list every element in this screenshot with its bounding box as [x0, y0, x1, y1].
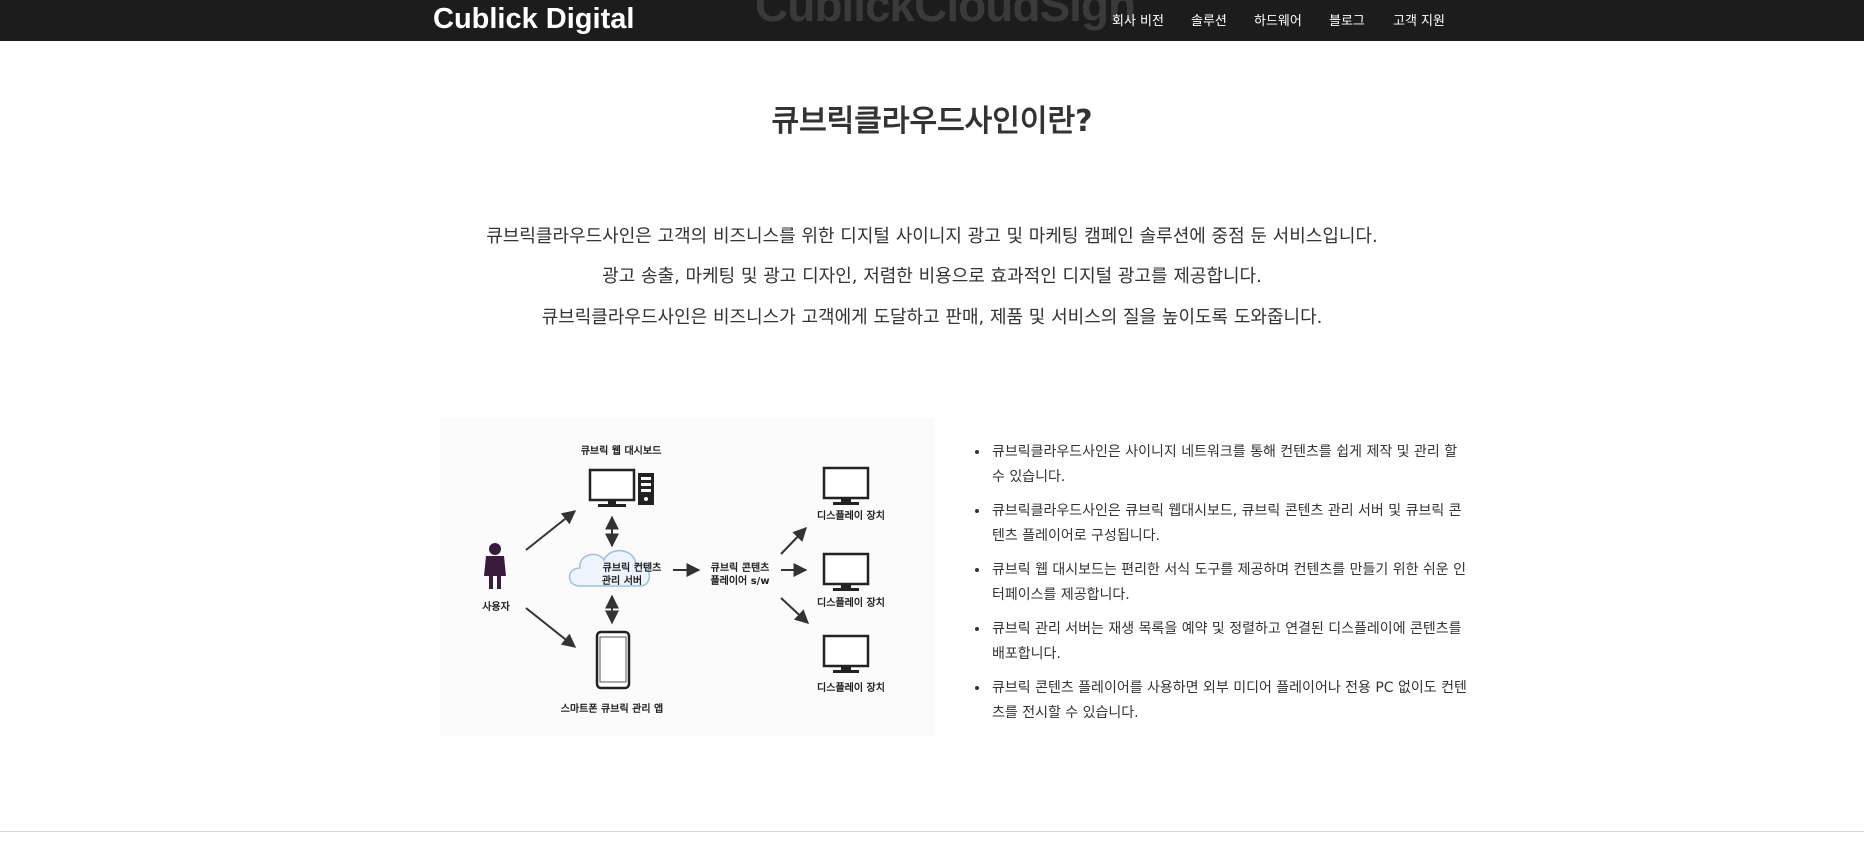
feature-list: 큐브릭클라우드사인은 사이니지 네트워크를 통해 컨텐츠를 쉽게 제작 및 관리…	[972, 440, 1472, 735]
user-person-icon	[484, 543, 506, 589]
diagram-label-user: 사용자	[482, 600, 510, 613]
header-ghost-text: CublickCloudSign	[755, 0, 1136, 31]
list-item: 큐브릭클라우드사인은 큐브릭 웹대시보드, 큐브릭 콘텐츠 관리 서버 및 큐브…	[990, 499, 1472, 549]
page-title: 큐브릭클라우드사인이란?	[771, 104, 1093, 139]
diagram-label-display-1: 디스플레이 장치	[817, 509, 885, 522]
top-navbar: CublickCloudSign Cublick Digital 회사 비전 솔…	[0, 0, 1864, 41]
diagram-label-display-3: 디스플레이 장치	[817, 681, 885, 694]
nav-item-customer-support[interactable]: 고객 지원	[1393, 10, 1445, 29]
display-monitor-icon	[822, 466, 870, 505]
intro-line-3: 큐브릭클라우드사인은 비즈니스가 고객에게 도달하고 판매, 제품 및 서비스의…	[541, 307, 1323, 328]
diagram-label-player-line1: 큐브릭 콘텐츠	[711, 561, 770, 574]
nav-item-solutions[interactable]: 솔루션	[1191, 10, 1227, 29]
brand-logo-link[interactable]: Cublick Digital	[433, 3, 634, 36]
list-item: 큐브릭 관리 서버는 재생 목록을 예약 및 정렬하고 연결된 디스플레이에 콘…	[990, 617, 1472, 667]
display-monitor-icon	[822, 552, 870, 591]
desktop-computer-icon	[588, 468, 654, 507]
diagram-label-server-line1: 큐브릭 컨텐츠	[603, 561, 662, 574]
nav-item-company-vision[interactable]: 회사 비전	[1112, 10, 1164, 29]
list-item: 큐브릭 웹 대시보드는 편리한 서식 도구를 제공하며 컨텐츠를 만들기 위한 …	[990, 558, 1472, 608]
display-monitor-icon	[822, 634, 870, 673]
diagram-label-player-line2: 플레이어 s/w	[710, 574, 769, 587]
list-item: 큐브릭클라우드사인은 사이니지 네트워크를 통해 컨텐츠를 쉽게 제작 및 관리…	[990, 440, 1472, 490]
intro-line-2: 광고 송출, 마케팅 및 광고 디자인, 저렴한 비용으로 효과적인 디지털 광…	[602, 266, 1262, 287]
intro-line-1: 큐브릭클라우드사인은 고객의 비즈니스를 위한 디지털 사이니지 광고 및 마케…	[486, 226, 1378, 247]
nav-item-hardware[interactable]: 하드웨어	[1254, 10, 1302, 29]
list-item: 큐브릭 콘텐츠 플레이어를 사용하면 외부 미디어 플레이어나 전용 PC 없이…	[990, 676, 1472, 726]
diagram-label-mobile-app: 스마트폰 큐브릭 관리 앱	[561, 702, 663, 715]
architecture-diagram: 큐브릭 웹 대시보드 사용자 큐브릭 컨텐츠 관리 서버 큐브릭 콘텐츠 플레이…	[440, 418, 935, 736]
section-divider	[0, 831, 1864, 832]
smartphone-icon	[595, 630, 631, 690]
diagram-label-display-2: 디스플레이 장치	[817, 596, 885, 609]
diagram-label-web-dashboard: 큐브릭 웹 대시보드	[581, 444, 662, 457]
nav-item-blog[interactable]: 블로그	[1329, 10, 1365, 29]
diagram-label-server-line2: 관리 서버	[602, 574, 642, 587]
